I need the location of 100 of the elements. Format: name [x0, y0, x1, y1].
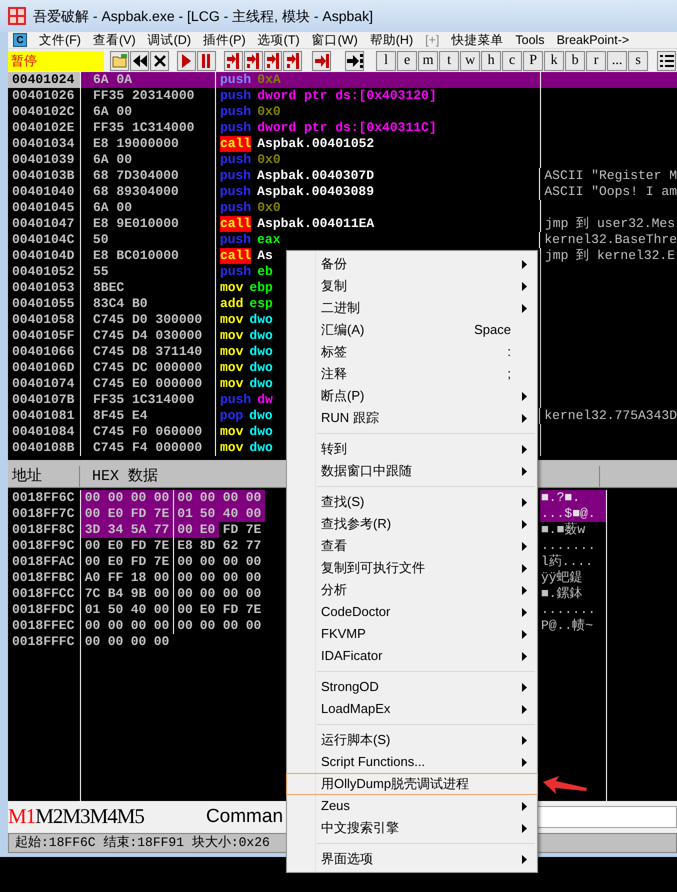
menu-item[interactable]: 二进制	[287, 297, 537, 319]
menu-item[interactable]: 断点(P)	[287, 385, 537, 407]
code-row[interactable]: 00401026 FF35 20314000 push dword ptr ds:[0x403120]	[8, 88, 677, 104]
code-row[interactable]: 0040103B 68 7D304000 push Aspbak.0040307D ASCII "Register M	[8, 168, 677, 184]
code-row[interactable]: 0040102C 6A 00 push 0x0	[8, 104, 677, 120]
menu-item[interactable]: 汇编(A) Space	[287, 319, 537, 341]
toolbar-button[interactable]	[657, 50, 676, 70]
toolbar-button[interactable]: m	[418, 50, 438, 70]
menu-item[interactable]: 查找(S)	[287, 491, 537, 513]
menu-item[interactable]: 分析	[287, 579, 537, 601]
toolbar-button[interactable]	[345, 50, 364, 70]
operand: esp	[249, 296, 273, 312]
menu-item[interactable]: 插件(P)	[203, 30, 246, 50]
menu-item[interactable]: 注释 ;	[287, 363, 537, 385]
menu-item[interactable]: 查看(V)	[92, 30, 136, 50]
hex-byte: 77	[150, 522, 173, 538]
toolbar-button[interactable]: k	[544, 50, 564, 70]
toolbar-button[interactable]: e	[397, 50, 418, 70]
toolbar-button[interactable]: w	[460, 50, 480, 70]
toolbar-button[interactable]: b	[565, 50, 586, 70]
code-row[interactable]: 00401047 E8 9E010000 call Aspbak.004011EA jmp 到 user32.Mes	[8, 216, 677, 232]
hex-byte: FD	[222, 522, 240, 538]
toolbar-button[interactable]: r	[586, 50, 606, 70]
bookmark-tab[interactable]: M2	[35, 801, 62, 833]
menu-item[interactable]: Zeus	[287, 795, 537, 817]
comment-text: ASCII "Oops! I am	[544, 184, 677, 199]
hex-byte: 00	[222, 570, 240, 586]
bookmark-tab[interactable]: M5	[116, 801, 144, 833]
toolbar-button[interactable]: l	[376, 50, 396, 70]
hex-cell: C745 D8 371140	[80, 344, 215, 360]
toolbar-button[interactable]: P	[523, 50, 544, 70]
hex-byte: 00	[152, 586, 170, 602]
bookmark-tab[interactable]: M1	[8, 801, 36, 833]
menu-item[interactable]: 转到	[287, 438, 537, 460]
mnemonic: pop	[220, 408, 244, 424]
menu-item[interactable]: Script Functions...	[287, 751, 537, 773]
menu-item[interactable]: 调试(D)	[148, 30, 191, 50]
toolbar-button[interactable]: t	[439, 50, 460, 70]
menu-item[interactable]: 复制	[287, 275, 537, 297]
mnemonic: push	[220, 392, 252, 408]
menu-item[interactable]: 界面选项	[287, 848, 537, 870]
menu-item[interactable]: 选项(T)	[258, 30, 300, 50]
hex-cell: E8 BC010000	[80, 248, 215, 264]
status-text: 起始:18FF6C 结束:18FF91 块大小:0x26	[14, 834, 270, 852]
address-cell-text: 0018FF9C	[11, 538, 76, 554]
menu-item[interactable]: 复制到可执行文件	[287, 557, 537, 579]
app-menu-icon[interactable]: C	[13, 33, 27, 47]
toolbar-button[interactable]: s	[628, 50, 648, 70]
operand: Aspbak.00401052	[257, 136, 374, 152]
hex-byte: 00	[242, 490, 265, 506]
address-cell-text: 0040106D	[11, 360, 76, 376]
hex-cell: 6A 00	[80, 104, 215, 120]
code-row[interactable]: 00401024 6A 0A push 0xA	[8, 72, 677, 88]
code-row[interactable]: 00401034 E8 19000000 call Aspbak.00401052	[8, 136, 677, 152]
address-cell-text: 0040104C	[11, 232, 76, 248]
menu-item[interactable]: Tools	[515, 30, 545, 50]
bookmark-tab[interactable]: M3	[62, 801, 90, 833]
hex-byte: 00	[196, 490, 219, 506]
column-header[interactable]: 地址	[8, 466, 80, 487]
menu-item[interactable]: 查看	[287, 535, 537, 557]
operand: dwo	[249, 376, 273, 392]
hex-byte: E0	[104, 506, 127, 522]
toolbar-button[interactable]: c	[502, 50, 522, 70]
menu-item[interactable]: 文件(F)	[39, 30, 81, 50]
address-cell-text: 0018FFCC	[11, 586, 76, 602]
menu-item[interactable]: LoadMapEx	[287, 698, 537, 720]
operand: 0x0	[257, 104, 281, 120]
code-row[interactable]: 00401040 68 89304000 push Aspbak.00403089 ASCII "Oops! I am	[8, 184, 677, 200]
address-cell-text: 0018FFFC	[11, 634, 76, 650]
menu-item[interactable]: RUN 跟踪	[287, 407, 537, 429]
hex-cell: C745 F4 000000	[80, 440, 215, 456]
menu-item[interactable]: 窗口(W)	[312, 30, 358, 50]
menu-item[interactable]: CodeDoctor	[287, 601, 537, 623]
hex-byte: 00	[106, 618, 124, 634]
menu-item[interactable]: 标签 :	[287, 341, 537, 363]
menu-item[interactable]: BreakPoint->	[556, 30, 630, 50]
hex-byte: 5A	[127, 522, 150, 538]
address-cell-text: 00401084	[11, 424, 76, 440]
hex-byte: 40	[130, 602, 148, 618]
menu-item[interactable]: 快捷菜单	[451, 30, 504, 50]
operand: 0x0	[257, 200, 281, 216]
toolbar-button[interactable]: ...	[607, 50, 628, 70]
menu-item[interactable]: StrongOD	[287, 676, 537, 698]
menu-item[interactable]: 查找参考(R)	[287, 513, 537, 535]
hex-byte: 00	[198, 586, 216, 602]
menu-item[interactable]: FKVMP	[287, 623, 537, 645]
menu-item[interactable]: 帮助(H)	[370, 30, 414, 50]
menu-item[interactable]: 运行脚本(S)	[287, 729, 537, 751]
menu-item[interactable]: IDAFicator	[287, 645, 537, 667]
menu-item[interactable]: 备份	[287, 253, 537, 275]
hex-cell: 68 7D304000	[80, 168, 215, 184]
bookmark-tab[interactable]: M4	[90, 801, 117, 833]
toolbar-button[interactable]: h	[481, 50, 502, 70]
hex-byte: 40	[219, 506, 242, 522]
step-arrow-icon	[266, 52, 280, 68]
menu-item[interactable]: 中文搜索引擎	[287, 817, 537, 839]
toolbar-button[interactable]	[130, 50, 150, 70]
toolbar-button[interactable]	[150, 50, 169, 70]
menu-item[interactable]: 用OllyDump脱壳调试进程	[286, 773, 538, 795]
code-row[interactable]: 00401039 6A 00 push 0x0	[8, 152, 677, 168]
